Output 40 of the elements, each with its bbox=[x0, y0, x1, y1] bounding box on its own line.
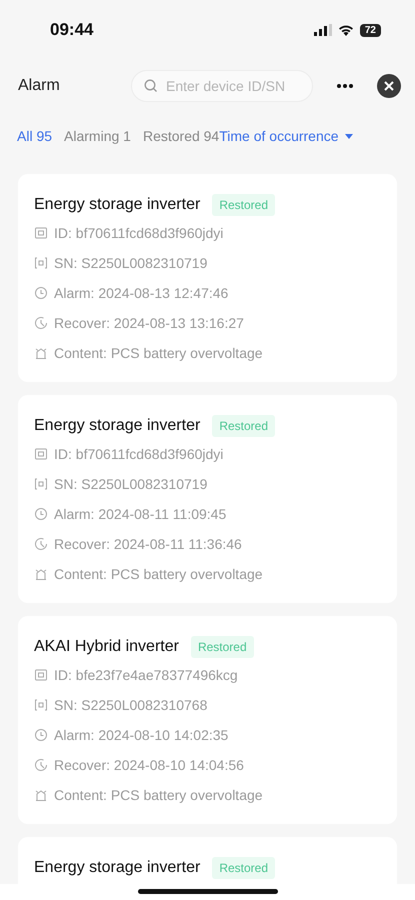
alarm-card[interactable]: AKAI Hybrid inverter Restored ID: bfe23f7e4ae78377496kcg SN: S2250L0082310768 Alarm: 2024-08-10 14:02:35 Recover: 2024-08-10 14:04:56 Content: PCS battery overvoltage bbox=[18, 616, 397, 824]
alarm-detail: Recover: 2024-08-11 11:36:46 bbox=[54, 536, 242, 552]
signal-icon bbox=[314, 24, 332, 36]
alarm-detail: ID: bf70611fcd68d3f960jdyi bbox=[54, 446, 224, 462]
alarm-detail: Content: PCS battery overvoltage bbox=[54, 787, 263, 803]
wifi-icon bbox=[338, 24, 354, 36]
battery-level: 72 bbox=[360, 24, 381, 36]
device-name: Energy storage inverter bbox=[34, 417, 200, 435]
more-icon[interactable] bbox=[335, 81, 355, 91]
alarm-detail: SN: S2250L0082310768 bbox=[54, 697, 208, 713]
status-tag: Restored bbox=[212, 194, 276, 216]
alarm-detail: Alarm: 2024-08-13 12:47:46 bbox=[54, 285, 228, 301]
alarm-card[interactable]: Energy storage inverter Restored bbox=[18, 837, 397, 884]
alarm-detail: SN: S2250L0082310719 bbox=[54, 255, 208, 271]
alarm-card[interactable]: Energy storage inverter Restored ID: bf70611fcd68d3f960jdyi SN: S2250L0082310719 Alarm: 2024-08-11 11:09:45 Recover: 2024-08-11 11:36:46 Content: PCS battery overvoltage bbox=[18, 395, 397, 603]
alarm-detail: ID: bfe23f7e4ae78377496kcg bbox=[54, 667, 238, 683]
close-icon bbox=[383, 80, 395, 92]
alarm-card[interactable]: Energy storage inverter Restored ID: bf70611fcd68d3f960jdyi SN: S2250L0082310719 Alarm: 2024-08-13 12:47:46 Recover: 2024-08-13 13:16:27 Content: PCS battery overvoltage bbox=[18, 174, 397, 382]
alarm-detail: Alarm: 2024-08-11 11:09:45 bbox=[54, 506, 226, 522]
status-tag: Restored bbox=[212, 857, 276, 879]
device-name: Energy storage inverter bbox=[34, 859, 200, 877]
status-tag: Restored bbox=[190, 636, 254, 658]
close-button[interactable] bbox=[377, 74, 401, 98]
device-name: Energy storage inverter bbox=[34, 196, 200, 214]
status-time: 09:44 bbox=[50, 20, 94, 40]
alarm-detail: Content: PCS battery overvoltage bbox=[54, 345, 263, 361]
alarm-detail: Recover: 2024-08-10 14:04:56 bbox=[54, 757, 244, 773]
caret-icon bbox=[344, 134, 353, 138]
page-title: Alarm bbox=[18, 77, 61, 95]
filter-tab[interactable]: All 95 bbox=[17, 128, 52, 144]
alarm-detail: Content: PCS battery overvoltage bbox=[54, 566, 263, 582]
sort-dropdown[interactable]: Time of occurrence bbox=[219, 128, 353, 144]
alarm-detail: Alarm: 2024-08-10 14:02:35 bbox=[54, 727, 228, 743]
status-tag: Restored bbox=[212, 415, 276, 437]
search-icon bbox=[144, 79, 158, 93]
device-name: AKAI Hybrid inverter bbox=[34, 638, 179, 656]
alarm-detail: ID: bf70611fcd68d3f960jdyi bbox=[54, 225, 224, 241]
alarm-detail: Recover: 2024-08-13 13:16:27 bbox=[54, 315, 244, 331]
alarm-detail: SN: S2250L0082310719 bbox=[54, 476, 208, 492]
search-field[interactable]: Enter device ID/SN bbox=[131, 70, 313, 102]
